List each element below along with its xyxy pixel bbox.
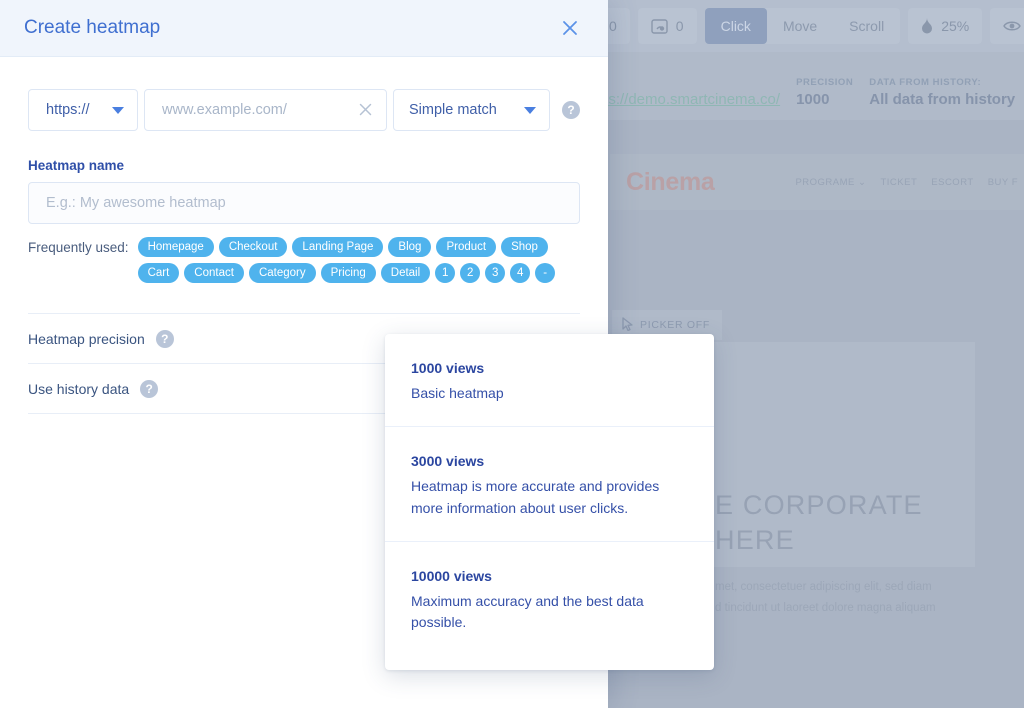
tag-pricing[interactable]: Pricing	[320, 263, 376, 283]
chevron-down-icon	[112, 106, 124, 114]
site-header: Cinema PROGRAME ⌄ TICKET ESCORT BUY F	[610, 154, 1024, 210]
opacity-group[interactable]: 80%	[990, 8, 1024, 44]
page-title: Create heatmap	[24, 17, 161, 38]
use-history-data-left: Use history data ?	[28, 379, 159, 398]
site-logo: Cinema	[626, 167, 715, 196]
url-input[interactable]: www.example.com/	[144, 89, 387, 131]
cursor-arrow-icon	[622, 316, 633, 334]
flame-icon	[921, 18, 933, 34]
tag-2[interactable]: 2	[460, 263, 481, 283]
mode-switch[interactable]: Click Move Scroll	[704, 8, 901, 44]
tag-3[interactable]: 3	[485, 263, 506, 283]
precision-info: PRECISION 1000	[796, 77, 853, 108]
clear-url-icon[interactable]	[359, 102, 372, 119]
site-nav-item-buy[interactable]: BUY F	[988, 177, 1018, 188]
precision-option-title: 3000 views	[411, 453, 485, 470]
tag-blog[interactable]: Blog	[388, 237, 432, 257]
history-info-value: All data from history	[869, 91, 1016, 108]
precision-option-3000[interactable]: 3000 views Heatmap is more accurate and …	[385, 427, 714, 542]
tag-contact[interactable]: Contact	[184, 263, 244, 283]
precision-option-title: 1000 views	[411, 360, 485, 376]
app-screen: 0 0 Click Move Scroll 25% ps://demo.smar…	[0, 0, 1024, 708]
screenshot-count-group[interactable]: 0	[637, 8, 697, 44]
frequently-used-label: Frequently used:	[28, 240, 129, 255]
heatmap-name-input[interactable]: E.g.: My awesome heatmap	[28, 182, 580, 224]
hero-title: E CORPORATE HERE	[715, 490, 923, 555]
tag-product[interactable]: Product	[436, 237, 497, 257]
tag-1[interactable]: 1	[435, 263, 456, 283]
tag-list: Homepage Checkout Landing Page Blog Prod…	[137, 237, 568, 283]
tag-4[interactable]: 4	[510, 263, 531, 283]
site-nav-item-escort[interactable]: ESCORT	[931, 177, 973, 188]
protocol-select[interactable]: https://	[28, 89, 138, 131]
site-nav-item-programe[interactable]: PROGRAME ⌄	[795, 177, 866, 188]
heatmap-precision-label: Heatmap precision	[28, 330, 145, 347]
tag-detail[interactable]: Detail	[380, 263, 431, 283]
precision-option-description: Heatmap is more accurate and provides mo…	[411, 478, 660, 516]
screenshot-count: 0	[675, 18, 684, 34]
precision-option-title: 10000 views	[411, 567, 492, 584]
mode-move-button[interactable]: Move	[767, 8, 833, 44]
site-nav-item-ticket[interactable]: TICKET	[880, 177, 917, 188]
tag-cart[interactable]: Cart	[137, 263, 180, 283]
heatmap-precision-left: Heatmap precision ?	[28, 329, 174, 348]
close-icon[interactable]	[557, 15, 583, 41]
screenshot-icon	[651, 18, 668, 34]
tag-shop[interactable]: Shop	[501, 237, 548, 257]
url-placeholder: www.example.com/	[162, 102, 287, 118]
mode-click-button[interactable]: Click	[704, 8, 767, 44]
tag-landing-page[interactable]: Landing Page	[292, 237, 384, 257]
help-icon[interactable]: ?	[562, 101, 580, 119]
precision-option-description: Maximum accuracy and the best data possi…	[411, 592, 644, 631]
help-icon[interactable]: ?	[140, 379, 159, 398]
match-type-select[interactable]: Simple match	[393, 89, 550, 131]
match-type-value: Simple match	[409, 102, 497, 118]
eye-icon	[1003, 20, 1022, 32]
history-info-label: DATA FROM HISTORY:	[869, 77, 982, 88]
tag-homepage[interactable]: Homepage	[137, 237, 214, 257]
picker-status-label: PICKER OFF	[640, 319, 711, 331]
precision-option-description: Basic heatmap	[411, 385, 504, 401]
precision-info-label: PRECISION	[796, 77, 854, 88]
tag-checkout[interactable]: Checkout	[218, 237, 288, 257]
heatmap-name-placeholder: E.g.: My awesome heatmap	[46, 195, 226, 211]
tag-dash[interactable]: -	[535, 263, 556, 283]
heatmap-name-label: Heatmap name	[28, 158, 125, 173]
heat-value: 25%	[941, 18, 970, 34]
precision-option-10000[interactable]: 10000 views Maximum accuracy and the bes…	[385, 542, 714, 656]
history-info: DATA FROM HISTORY: All data from history	[869, 77, 1015, 108]
heat-intensity-group[interactable]: 25%	[908, 8, 983, 44]
use-history-data-label: Use history data	[28, 380, 130, 397]
help-icon[interactable]: ?	[155, 329, 174, 348]
modal-header: Create heatmap	[0, 0, 608, 57]
precision-options-popover: 1000 views Basic heatmap 3000 views Heat…	[385, 334, 714, 670]
background-info-bar: ps://demo.smartcinema.co/ PRECISION 1000…	[596, 52, 1024, 120]
tag-category[interactable]: Category	[248, 263, 316, 283]
chevron-down-icon	[524, 106, 536, 114]
url-row: https:// www.example.com/ Simple match ?	[28, 89, 580, 131]
left-count: 0	[609, 18, 617, 34]
precision-info-value: 1000	[796, 91, 830, 108]
site-nav: PROGRAME ⌄ TICKET ESCORT BUY F	[795, 177, 1018, 188]
hero-subtitle: met, consectetuer adipiscing elit, sed d…	[715, 581, 936, 615]
mode-scroll-button[interactable]: Scroll	[833, 8, 900, 44]
precision-option-1000[interactable]: 1000 views Basic heatmap	[385, 334, 714, 428]
frequently-used-row: Frequently used: Homepage Checkout Landi…	[28, 237, 580, 283]
protocol-value: https://	[46, 102, 90, 118]
target-url[interactable]: ps://demo.smartcinema.co/	[600, 91, 780, 108]
